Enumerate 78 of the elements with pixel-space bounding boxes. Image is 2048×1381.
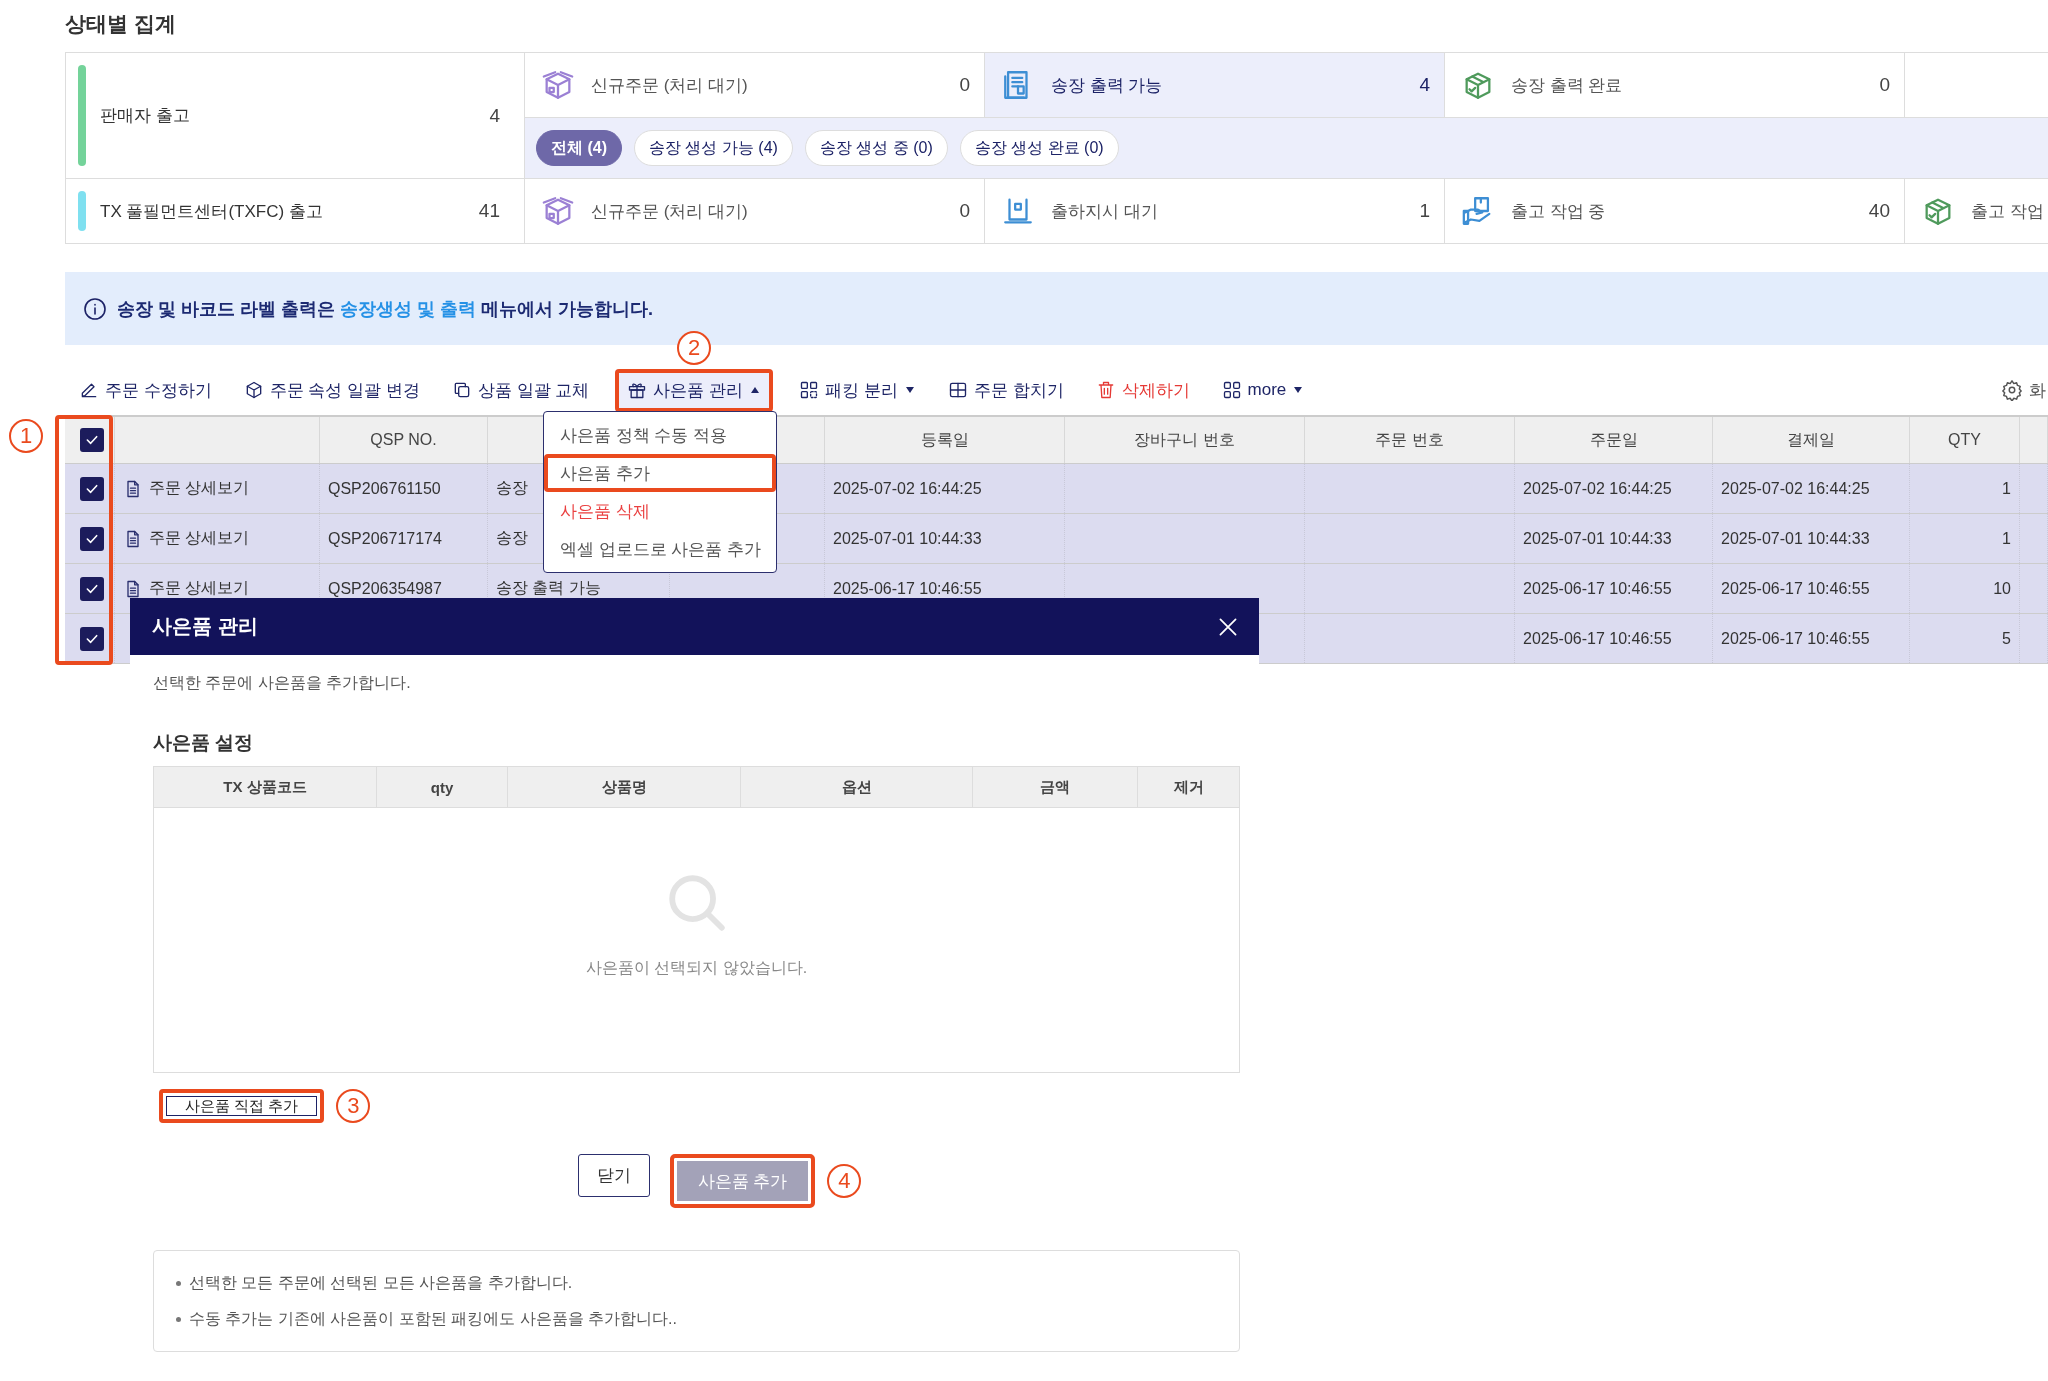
- bullet-icon: [176, 1316, 181, 1322]
- info-icon: [83, 296, 107, 321]
- column-header: 주문일: [1515, 417, 1713, 463]
- edit-icon: [79, 380, 99, 400]
- grid-icon: [799, 380, 820, 400]
- column-header: 제거: [1172, 776, 1205, 797]
- checkbox[interactable]: [79, 476, 104, 501]
- column-header: QTY: [1910, 417, 2020, 463]
- table-cell: 10: [1910, 564, 2020, 613]
- settings-button[interactable]: 화: [1995, 372, 2048, 408]
- column-header: TX 상품코드: [154, 767, 377, 807]
- menu-item[interactable]: 사은품 정책 수동 적용: [544, 416, 776, 454]
- table-cell: 2025-06-17 10:46:55: [1713, 564, 1910, 613]
- column-header: 장바구니 번호: [1065, 417, 1305, 463]
- column-header: 금액: [973, 767, 1138, 807]
- column-header: 결제일: [1713, 417, 1910, 463]
- gift-icon: [627, 380, 648, 400]
- filter-chip[interactable]: 전체 (4): [536, 130, 622, 166]
- toolbar-button[interactable]: 주문 합치기: [941, 372, 1070, 408]
- note-text: 수동 추가는 기존에 사은품이 포함된 패킹에도 사은품을 추가합니다..: [189, 1308, 677, 1329]
- table-cell: QSP206761150: [320, 464, 488, 513]
- table-cell: 2025-07-02 16:44:25: [1515, 464, 1713, 513]
- toolbar-button[interactable]: 사은품 관리: [615, 368, 774, 412]
- table-cell: 1: [1910, 514, 2020, 563]
- filter-chip[interactable]: 송장 생성 가능 (4): [634, 130, 793, 166]
- table-cell: 2025-06-17 10:46:55: [1515, 564, 1713, 613]
- toolbar-button[interactable]: 상품 일괄 교체: [445, 372, 596, 408]
- checkbox[interactable]: [79, 428, 104, 452]
- checkbox[interactable]: [79, 626, 104, 651]
- table-cell: 1: [1910, 464, 2020, 513]
- step-number: 1: [9, 419, 43, 453]
- table-cell: 2025-07-02 16:44:25: [1713, 464, 1910, 513]
- section-title: 상태별 집계: [65, 11, 177, 37]
- table-cell: 2025-07-02 16:44:25: [825, 464, 1065, 513]
- group-count: 41: [478, 200, 500, 222]
- table-cell: QSP206717174: [320, 514, 488, 563]
- table-cell: 5: [1910, 614, 2020, 663]
- checkbox[interactable]: [79, 526, 104, 551]
- toolbar-button[interactable]: 패킹 분리: [793, 372, 922, 408]
- grid-icon: [1221, 380, 1242, 400]
- order-detail-link[interactable]: 주문 상세보기: [123, 478, 250, 499]
- table-cell: 2025-06-17 10:46:55: [1713, 614, 1910, 663]
- order-detail-link[interactable]: 주문 상세보기: [123, 578, 250, 599]
- toolbar-button[interactable]: 주문 수정하기: [73, 372, 218, 408]
- filter-chip[interactable]: 송장 생성 중 (0): [804, 130, 948, 166]
- group-count: 4: [489, 104, 500, 127]
- table-cell: 2025-07-01 10:44:33: [825, 514, 1065, 563]
- box-icon: [541, 194, 575, 228]
- column-header: 주문 번호: [1305, 417, 1515, 463]
- bullet-icon: [176, 1280, 181, 1286]
- column-header: 상품명: [508, 767, 741, 807]
- toolbar-button[interactable]: 삭제하기: [1089, 372, 1196, 408]
- column-header: 옵션: [741, 767, 973, 807]
- toolbar-button[interactable]: 주문 속성 일괄 변경: [237, 372, 426, 408]
- note-text: 선택한 모든 주문에 선택된 모든 사은품을 추가합니다.: [189, 1272, 573, 1293]
- filter-chip[interactable]: 송장 생성 완료 (0): [959, 130, 1119, 166]
- dialog-description: 선택한 주문에 사은품을 추가합니다.: [153, 673, 412, 693]
- empty-message: 사은품이 선택되지 않았습니다.: [585, 958, 808, 978]
- table-cell: 2025-07-01 10:44:33: [1515, 514, 1713, 563]
- column-header: qty: [377, 767, 508, 807]
- add-gift-button[interactable]: 사은품 직접 추가: [159, 1089, 325, 1123]
- info-message: 송장 및 바코드 라벨 출력은 송장생성 및 출력 메뉴에서 가능합니다.: [117, 297, 654, 321]
- status-stage[interactable]: 송장 출력 가능 4: [985, 53, 1445, 117]
- toolbar-button[interactable]: more: [1215, 374, 1311, 406]
- table-cell: 2025-06-17 10:46:55: [1515, 614, 1713, 663]
- table-cell: 2025-07-01 10:44:33: [1713, 514, 1910, 563]
- group-label: 판매자 출고: [100, 105, 191, 127]
- section-title: 사은품 설정: [153, 731, 255, 755]
- group-label: TX 풀필먼트센터(TXFC) 출고: [100, 200, 324, 223]
- box-icon: [541, 68, 575, 102]
- table-icon: [947, 380, 968, 400]
- settings-icon: [2001, 379, 2023, 401]
- column-header: QSP NO.: [320, 417, 488, 463]
- column-header: 등록일: [825, 417, 1065, 463]
- order-detail-link[interactable]: 주문 상세보기: [123, 528, 250, 549]
- dialog-title: 사은품 관리: [152, 614, 258, 639]
- close-button[interactable]: 닫기: [577, 1154, 650, 1197]
- checkbox[interactable]: [79, 576, 104, 601]
